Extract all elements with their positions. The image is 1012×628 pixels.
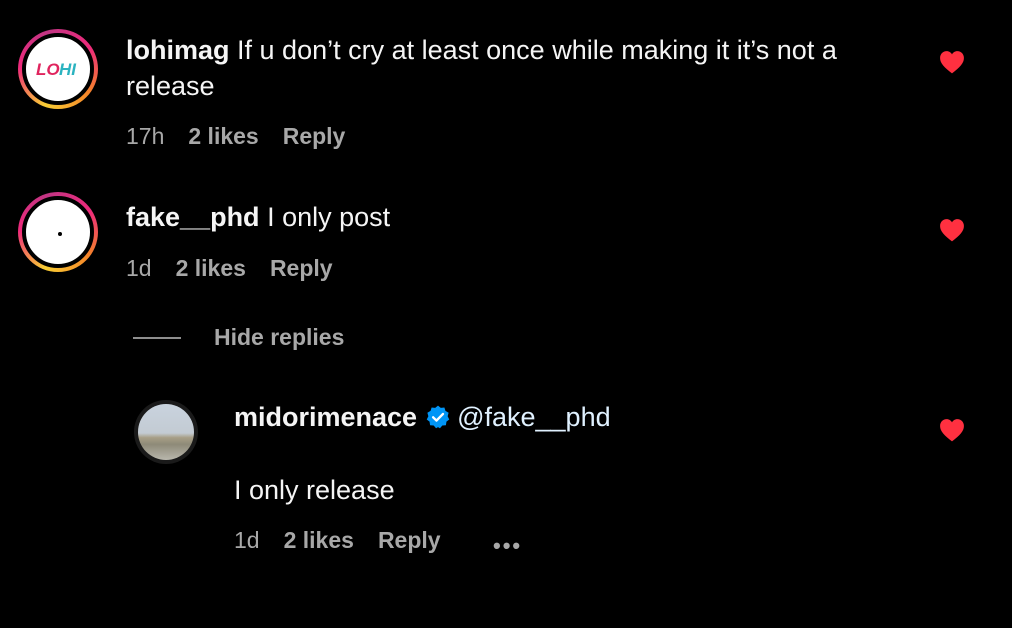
reply-button[interactable]: Reply	[378, 527, 441, 554]
comment-likes[interactable]: 2 likes	[188, 123, 258, 150]
svg-text:HI: HI	[59, 60, 77, 79]
reply-header: midorimenace @fake__phd	[234, 399, 611, 436]
avatar[interactable]: LO HI	[22, 33, 94, 105]
more-options-icon[interactable]: •••	[493, 533, 522, 559]
comment-body: If u don’t cry at least once while makin…	[237, 35, 837, 65]
avatar[interactable]	[134, 400, 198, 464]
avatar[interactable]	[22, 196, 94, 268]
comment-meta: 1d 2 likes Reply	[126, 255, 333, 282]
verified-badge-icon	[426, 405, 450, 429]
comment-text: fake__phd I only post	[126, 199, 390, 236]
reply-username[interactable]: midorimenace	[234, 402, 417, 432]
reply-likes[interactable]: 2 likes	[284, 527, 354, 554]
replies-divider-line	[133, 337, 181, 339]
reply-mention-link[interactable]: @fake__phd	[457, 402, 611, 432]
reply-body: I only release	[234, 472, 395, 509]
avatar-dot	[58, 232, 62, 236]
reply-meta: 1d 2 likes Reply	[234, 527, 441, 554]
comment-text: lohimag If u don’t cry at least once whi…	[126, 32, 837, 69]
comment-username[interactable]: fake__phd	[126, 202, 260, 232]
comment-text-continued: release	[126, 68, 215, 105]
svg-text:LO: LO	[36, 60, 60, 79]
heart-icon[interactable]	[939, 418, 965, 442]
comment-likes[interactable]: 2 likes	[176, 255, 246, 282]
comment-timestamp[interactable]: 17h	[126, 123, 164, 150]
comment-timestamp[interactable]: 1d	[126, 255, 152, 282]
reply-text: I only release	[234, 475, 395, 505]
avatar-photo	[138, 404, 194, 460]
comment-username[interactable]: lohimag	[126, 35, 230, 65]
comment-body: I only post	[267, 202, 391, 232]
comment-meta: 17h 2 likes Reply	[126, 123, 345, 150]
reply-button[interactable]: Reply	[270, 255, 333, 282]
hide-replies-button[interactable]: Hide replies	[214, 324, 344, 351]
heart-icon[interactable]	[939, 218, 965, 242]
comment-body-line2: release	[126, 71, 215, 101]
reply-button[interactable]: Reply	[283, 123, 346, 150]
heart-icon[interactable]	[939, 50, 965, 74]
lohi-logo: LO HI	[36, 60, 77, 79]
reply-timestamp[interactable]: 1d	[234, 527, 260, 554]
